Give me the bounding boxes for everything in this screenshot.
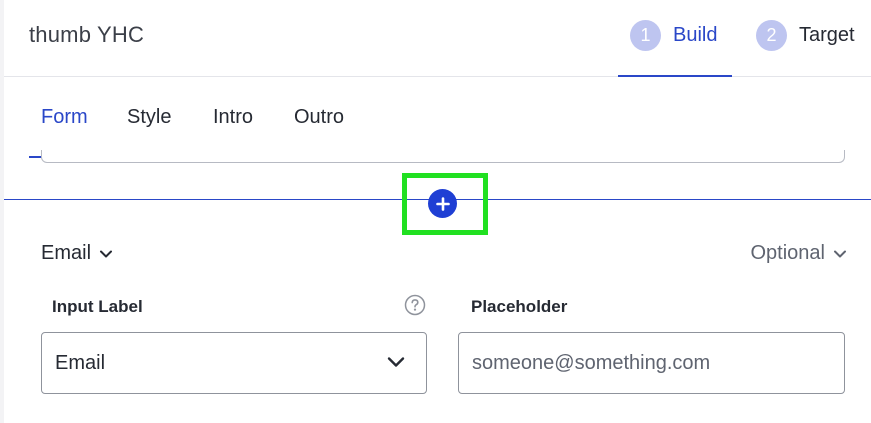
chevron-down-icon bbox=[100, 250, 113, 257]
step-build[interactable]: 1 Build bbox=[630, 19, 717, 51]
input-label-heading: Input Label bbox=[52, 297, 143, 316]
placeholder-heading: Placeholder bbox=[471, 297, 568, 316]
tab-form[interactable]: Form bbox=[41, 106, 88, 129]
previous-field-card bbox=[41, 150, 845, 163]
chevron-down-icon bbox=[387, 357, 405, 367]
field-type-label: Email bbox=[41, 242, 92, 264]
step-target-label: Target bbox=[799, 23, 855, 46]
step-target-number: 2 bbox=[756, 19, 787, 51]
input-label-select[interactable]: Email bbox=[41, 332, 427, 394]
form-builder-page: thumb YHC 1 Build 2 Target Form Style In… bbox=[4, 0, 871, 423]
requirement-label: Optional bbox=[750, 242, 826, 264]
active-step-underline bbox=[618, 75, 732, 77]
input-label-value: Email bbox=[55, 351, 106, 374]
builder-tabs: Form Style Intro Outro bbox=[4, 78, 871, 158]
tab-style[interactable]: Style bbox=[127, 106, 171, 129]
top-header: thumb YHC 1 Build 2 Target bbox=[4, 0, 871, 77]
question-circle-icon[interactable] bbox=[404, 294, 426, 316]
tab-outro[interactable]: Outro bbox=[294, 106, 344, 129]
form-title: thumb YHC bbox=[29, 22, 145, 47]
placeholder-value: someone@something.com bbox=[472, 351, 711, 374]
highlight-box bbox=[402, 173, 488, 235]
step-build-label: Build bbox=[673, 23, 718, 46]
step-build-number: 1 bbox=[630, 19, 661, 51]
placeholder-input[interactable]: someone@something.com bbox=[458, 332, 845, 394]
requirement-dropdown[interactable]: Optional bbox=[751, 242, 848, 265]
chevron-down-icon bbox=[834, 250, 846, 257]
step-target[interactable]: 2 Target bbox=[756, 19, 855, 51]
field-type-dropdown[interactable]: Email bbox=[41, 242, 113, 265]
tab-intro[interactable]: Intro bbox=[213, 106, 253, 129]
